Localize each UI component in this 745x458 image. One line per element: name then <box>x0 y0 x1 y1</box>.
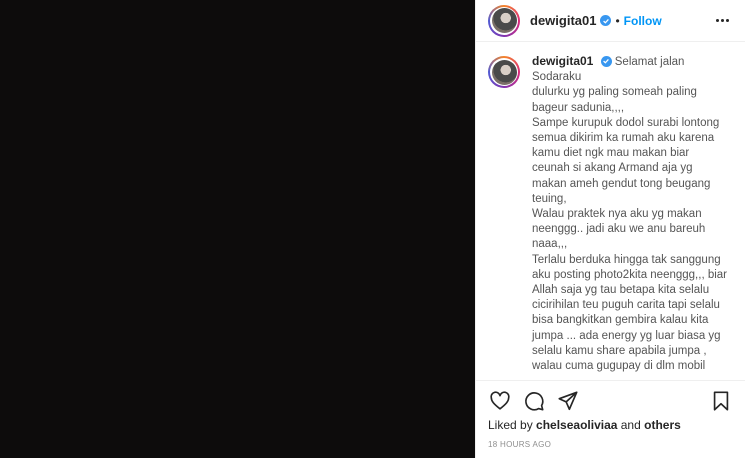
caption-line: semua dikirim ka rumah aku karena <box>532 132 715 145</box>
follow-button[interactable]: Follow <box>624 14 662 28</box>
post-timestamp[interactable]: 18 HOURS AGO <box>476 432 745 458</box>
avatar-image <box>491 59 517 85</box>
caption-line: cicirihilan teu puguh carita tapi selalu <box>532 299 720 312</box>
avatar[interactable] <box>488 4 520 37</box>
liked-by-user-link[interactable]: chelseaoliviaa <box>536 418 617 432</box>
more-dot <box>716 19 719 22</box>
bookmark-icon[interactable] <box>709 389 733 413</box>
more-dot <box>726 19 729 22</box>
caption-line: selalu kamu share apabila jumpa , <box>532 344 707 357</box>
comments-section[interactable]: dewigita01 Selamat jalan Sodaraku dulurk… <box>476 42 745 380</box>
caption-line: makan ameh gendut tong beugang <box>532 177 711 190</box>
likes-others-link[interactable]: others <box>644 418 681 432</box>
caption-line: Allah saja yg tau betapa kita selalu <box>532 284 710 297</box>
caption-line: ceunah si akang Armand aja yg <box>532 162 693 175</box>
caption-line: naaa,,, <box>532 238 568 251</box>
caption-avatar[interactable] <box>488 56 520 88</box>
caption-line: bageur sadunia,,,, <box>532 101 625 114</box>
post-sidebar: dewigita01 • Follow dewigita01 Selamat j… <box>475 0 745 458</box>
caption-line: dulurku yg paling someah paling <box>532 86 697 99</box>
separator-dot: • <box>615 13 620 28</box>
caption-line: jumpa ... ada energy yg luar biasa yg <box>532 329 721 342</box>
caption-line: teuing, <box>532 192 567 205</box>
verified-badge-icon <box>600 55 612 67</box>
caption-username[interactable]: dewigita01 <box>532 54 593 68</box>
paper-plane-icon[interactable] <box>556 389 580 413</box>
caption-line: Sampe kurupuk dodol surabi lontong <box>532 116 720 129</box>
more-options-icon[interactable] <box>712 15 733 26</box>
caption-line: aku posting photo2kita neenggg,,, biar <box>532 268 728 281</box>
avatar-ring <box>490 6 518 35</box>
caption-line: Walau praktek nya aku yg makan <box>532 208 702 221</box>
likes-prefix: Liked by <box>488 418 537 432</box>
heart-icon[interactable] <box>488 389 512 413</box>
post-modal: dewigita01 • Follow dewigita01 Selamat j… <box>0 0 745 458</box>
caption-line: bisa bangkitkan gembira kalau kita <box>532 314 709 327</box>
more-dot <box>721 19 724 22</box>
post-image[interactable] <box>0 0 475 458</box>
caption: dewigita01 Selamat jalan Sodaraku dulurk… <box>532 54 733 380</box>
caption-line: walau cuma gugupay di dlm mobil <box>532 360 706 373</box>
caption-line: Terlalu berduka hingga tak sanggung <box>532 253 721 266</box>
caption-line: kamu diet ngk mau makan biar <box>532 147 690 160</box>
avatar-ring <box>490 58 518 86</box>
likes-summary: Liked by chelseaoliviaa and others <box>476 418 745 432</box>
action-bar <box>476 380 745 420</box>
header-username[interactable]: dewigita01 <box>530 13 596 28</box>
likes-middle: and <box>617 418 645 432</box>
avatar-image <box>491 8 517 33</box>
verified-badge-icon <box>600 15 612 26</box>
post-header: dewigita01 • Follow <box>476 0 745 42</box>
comment-icon[interactable] <box>522 389 546 413</box>
caption-line: neenggg.. jadi aku we anu bareuh <box>532 223 706 236</box>
